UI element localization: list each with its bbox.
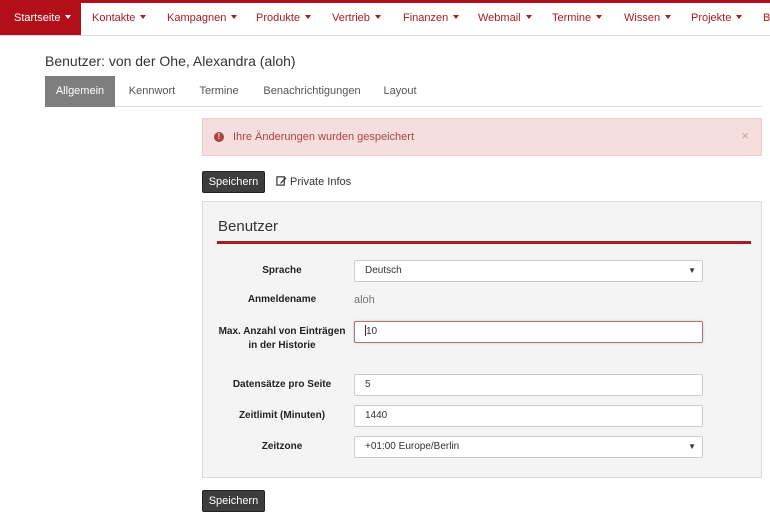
chevron-down-icon <box>231 15 238 20</box>
nav-item-vertrieb[interactable]: Vertrieb <box>332 3 381 35</box>
user-settings-panel: Benutzer Sprache Deutsch ▼ Anmeldename a… <box>202 201 762 478</box>
language-label: Sprache <box>262 265 302 276</box>
language-value: Deutsch <box>365 265 402 276</box>
max-history-label: Max. Anzahl von Einträgen in der Histori… <box>218 326 346 351</box>
records-per-page-value: 5 <box>365 379 371 390</box>
tab-termine[interactable]: Termine <box>190 76 248 107</box>
max-history-input[interactable]: 10 <box>354 321 703 343</box>
chevron-down-icon <box>525 15 532 20</box>
chevron-down-icon <box>65 15 72 20</box>
records-per-page-label: Datensätze pro Seite <box>232 379 332 390</box>
nav-item-wissen[interactable]: Wissen <box>624 3 672 35</box>
nav-item-label: Webmail <box>478 12 521 24</box>
exclamation-circle-icon: ! <box>214 132 224 142</box>
nav-item-termine[interactable]: Termine <box>552 3 603 35</box>
chevron-down-icon <box>305 15 312 20</box>
panel-title: Benutzer <box>218 218 279 235</box>
tab-kennwort[interactable]: Kennwort <box>118 76 186 107</box>
chevron-down-icon: ▼ <box>688 266 696 275</box>
top-navigation: Startseite Kontakte Kampagnen Produkte V… <box>0 0 770 36</box>
login-name-label: Anmeldename <box>247 294 317 305</box>
tab-layout[interactable]: Layout <box>375 76 425 107</box>
timezone-select[interactable]: +01:00 Europe/Berlin ▼ <box>354 436 703 458</box>
language-select[interactable]: Deutsch ▼ <box>354 260 703 282</box>
records-per-page-input[interactable]: 5 <box>354 374 703 396</box>
alert-message: Ihre Änderungen wurden gespeichert <box>233 131 415 143</box>
nav-item-projekte[interactable]: Projekte <box>691 3 743 35</box>
chevron-down-icon: ▼ <box>688 442 696 451</box>
nav-item-label: Kontakte <box>92 12 136 24</box>
nav-item-kampagnen[interactable]: Kampagnen <box>167 3 238 35</box>
close-icon[interactable]: × <box>741 119 749 153</box>
tab-benachrichtigungen[interactable]: Benachrichtigungen <box>257 76 367 107</box>
nav-item-label: Wissen <box>624 12 661 24</box>
timezone-label: Zeitzone <box>261 441 303 452</box>
tab-bar: Allgemein Kennwort Termine Benachrichtig… <box>45 76 762 107</box>
timezone-value: +01:00 Europe/Berlin <box>365 441 460 452</box>
chevron-down-icon <box>665 15 672 20</box>
page-title: Benutzer: von der Ohe, Alexandra (aloh) <box>45 53 296 69</box>
nav-item-label: Kampagnen <box>167 12 227 24</box>
tab-allgemein[interactable]: Allgemein <box>45 76 115 107</box>
nav-item-finanzen[interactable]: Finanzen <box>403 3 460 35</box>
max-history-value: 10 <box>366 326 378 337</box>
chevron-down-icon <box>453 15 460 20</box>
chevron-down-icon <box>736 15 743 20</box>
save-alert: ! Ihre Änderungen wurden gespeichert × <box>202 118 762 156</box>
login-name-value: aloh <box>354 294 375 306</box>
nav-item-label: Vertrieb <box>332 12 370 24</box>
private-info-link[interactable]: Private Infos <box>276 175 351 189</box>
nav-item-label: Finanzen <box>403 12 449 24</box>
nav-item-startseite[interactable]: Startseite <box>0 3 81 35</box>
chevron-down-icon <box>140 15 147 20</box>
time-limit-value: 1440 <box>365 410 388 421</box>
nav-item-label: Termine <box>552 12 592 24</box>
edit-icon <box>276 176 287 186</box>
chevron-down-icon <box>596 15 603 20</box>
nav-item-label: Projekte <box>691 12 732 24</box>
nav-item-label: Startseite <box>14 12 61 24</box>
nav-item-label: Produkte <box>256 12 301 24</box>
nav-item-truncated[interactable]: B <box>763 3 770 35</box>
chevron-down-icon <box>374 15 381 20</box>
time-limit-input[interactable]: 1440 <box>354 405 703 427</box>
save-button[interactable]: Speichern <box>202 171 265 193</box>
time-limit-label: Zeitlimit (Minuten) <box>238 410 326 421</box>
nav-item-kontakte[interactable]: Kontakte <box>92 3 147 35</box>
nav-item-label: B <box>763 12 770 24</box>
panel-divider <box>217 241 751 244</box>
nav-item-produkte[interactable]: Produkte <box>256 3 312 35</box>
nav-item-webmail[interactable]: Webmail <box>478 3 532 35</box>
save-button-bottom[interactable]: Speichern <box>202 490 265 512</box>
private-info-label: Private Infos <box>290 176 352 188</box>
